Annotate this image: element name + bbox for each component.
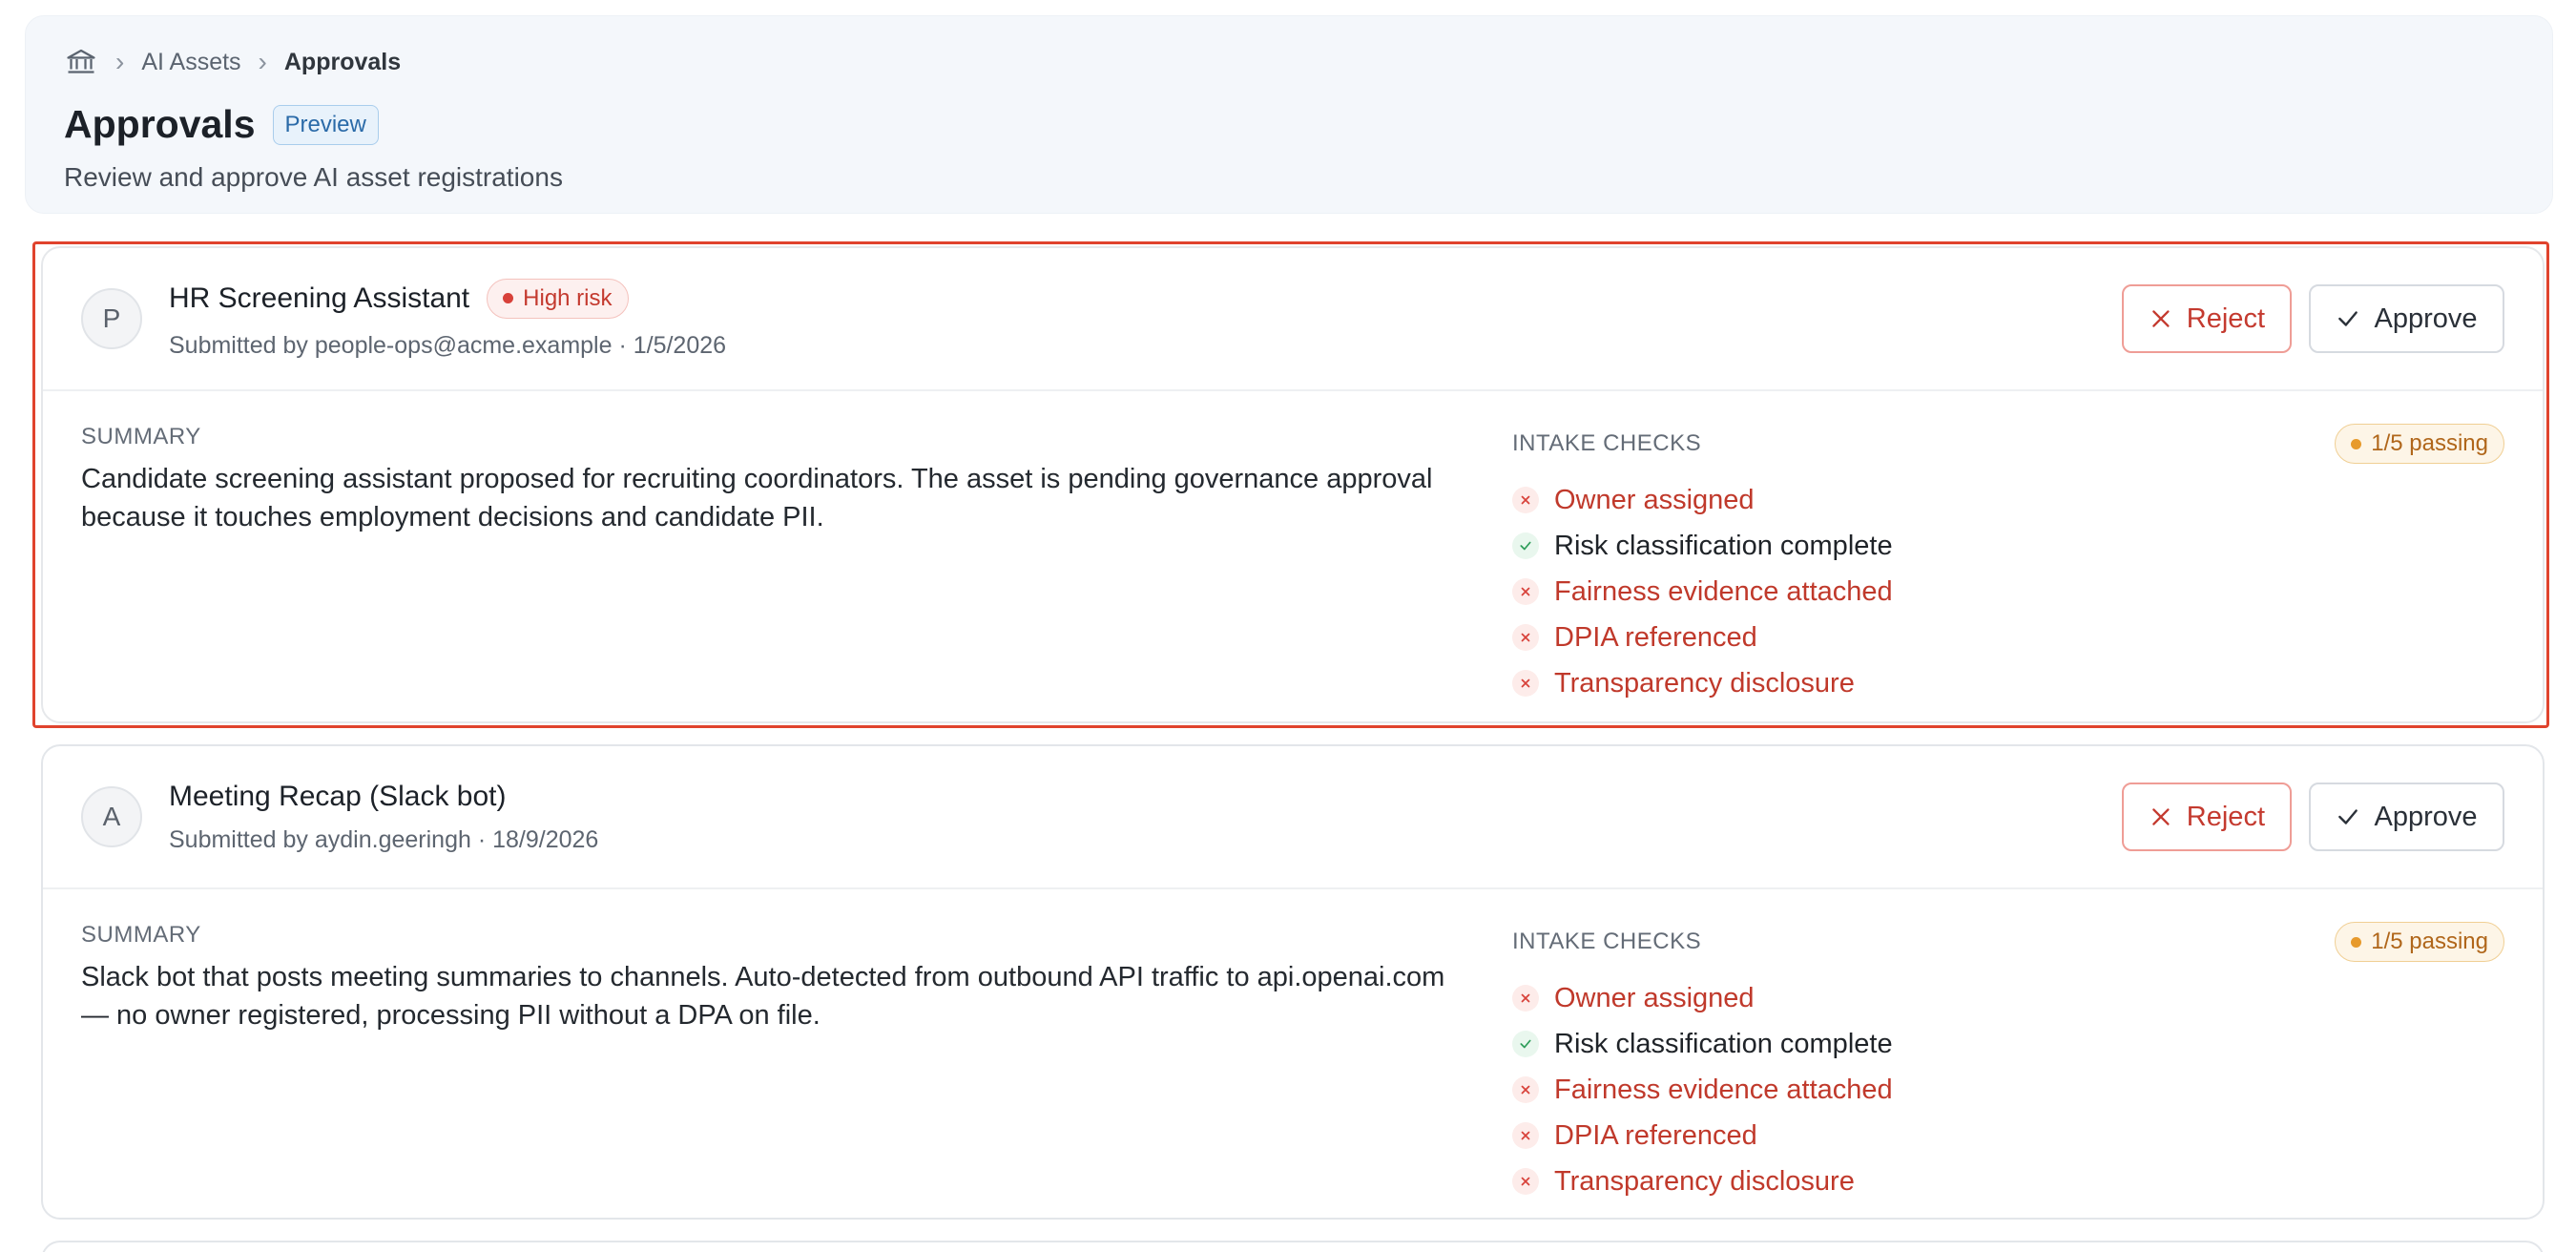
approval-card-meeting-recap: A Meeting Recap (Slack bot) Submitted by… [41, 744, 2545, 1220]
intake-checks-section: INTAKE CHECKS 1/5 passing Owner assigned… [1512, 424, 2504, 706]
summary-text: Candidate screening assistant proposed f… [81, 464, 1433, 532]
check-item: Risk classification complete [1512, 1021, 2504, 1067]
breadcrumb: › AI Assets › Approvals [64, 41, 2514, 83]
check-item: DPIA referenced [1512, 615, 2504, 660]
approvals-page: › AI Assets › Approvals Approvals Previe… [0, 0, 2576, 1252]
close-icon [2152, 808, 2170, 825]
risk-dot-icon [503, 293, 514, 303]
asset-name: Meeting Recap (Slack bot) [169, 780, 507, 812]
check-item: Owner assigned [1512, 477, 2504, 523]
check-label: Transparency disclosure [1554, 667, 1855, 699]
submitted-by: Submitted by people-ops@acme.example · 1… [169, 331, 727, 359]
passing-dot-icon [2351, 438, 2362, 449]
page-subtitle: Review and approve AI asset registration… [64, 162, 563, 192]
check-icon [2338, 311, 2358, 326]
check-label: Owner assigned [1554, 982, 1755, 1013]
check-item: Transparency disclosure [1512, 1158, 2504, 1204]
check-item: Transparency disclosure [1512, 660, 2504, 706]
risk-label: High risk [523, 284, 613, 311]
x-circle-icon [1512, 1168, 1539, 1195]
check-label: Fairness evidence attached [1554, 1074, 1893, 1105]
check-label: DPIA referenced [1554, 621, 1757, 653]
passing-count: 1/5 passing [2371, 430, 2488, 456]
approve-button[interactable]: Approve [2309, 782, 2504, 851]
intake-checks-label: INTAKE CHECKS [1512, 430, 1702, 456]
x-circle-icon [1512, 985, 1539, 1012]
check-list: Owner assigned Risk classification compl… [1512, 477, 2504, 706]
chevron-right-icon: › [115, 47, 125, 76]
x-circle-icon [1512, 670, 1539, 697]
reject-button[interactable]: Reject [2122, 782, 2292, 851]
check-label: Risk classification complete [1554, 530, 1893, 561]
approve-label: Approve [2374, 801, 2478, 832]
approve-label: Approve [2374, 303, 2478, 334]
check-label: Fairness evidence attached [1554, 575, 1893, 607]
x-circle-icon [1512, 1122, 1539, 1149]
avatar: P [81, 288, 142, 349]
x-circle-icon [1512, 1076, 1539, 1103]
intake-checks-label: INTAKE CHECKS [1512, 929, 1702, 954]
check-circle-icon [1512, 1031, 1539, 1057]
intake-checks-section: INTAKE CHECKS 1/5 passing Owner assigned… [1512, 922, 2504, 1204]
summary-section: SUMMARY Candidate screening assistant pr… [81, 424, 1512, 706]
reject-label: Reject [2186, 303, 2265, 334]
chevron-right-icon: › [258, 47, 267, 76]
check-item: DPIA referenced [1512, 1113, 2504, 1158]
breadcrumb-ai-assets[interactable]: AI Assets [141, 49, 240, 76]
x-circle-icon [1512, 487, 1539, 513]
avatar: A [81, 786, 142, 847]
reject-label: Reject [2186, 801, 2265, 832]
check-label: Transparency disclosure [1554, 1165, 1855, 1197]
check-circle-icon [1512, 532, 1539, 559]
check-label: DPIA referenced [1554, 1119, 1757, 1151]
submitted-by: Submitted by aydin.geeringh · 18/9/2026 [169, 825, 599, 853]
risk-badge: High risk [487, 278, 629, 319]
breadcrumb-approvals: Approvals [283, 48, 402, 75]
bank-icon[interactable] [64, 45, 98, 79]
passing-dot-icon [2351, 936, 2362, 948]
passing-badge: 1/5 passing [2335, 424, 2504, 464]
summary-label: SUMMARY [81, 922, 201, 948]
passing-badge: 1/5 passing [2335, 922, 2504, 962]
preview-badge: Preview [272, 104, 379, 145]
x-circle-icon [1512, 578, 1539, 605]
passing-count: 1/5 passing [2371, 929, 2488, 954]
reject-button[interactable]: Reject [2122, 284, 2292, 353]
check-label: Owner assigned [1554, 484, 1755, 515]
check-item: Fairness evidence attached [1512, 569, 2504, 615]
summary-section: SUMMARY Slack bot that posts meeting sum… [81, 922, 1512, 1204]
check-label: Risk classification complete [1554, 1028, 1893, 1059]
asset-name: HR Screening Assistant [169, 282, 470, 314]
page-header: › AI Assets › Approvals Approvals Previe… [25, 15, 2553, 214]
close-icon [2152, 310, 2170, 327]
approve-button[interactable]: Approve [2309, 284, 2504, 353]
check-item: Owner assigned [1512, 975, 2504, 1021]
summary-text: Slack bot that posts meeting summaries t… [81, 962, 1445, 1031]
approval-card-hr-screening: P HR Screening Assistant High risk Submi… [41, 246, 2545, 723]
check-item: Fairness evidence attached [1512, 1067, 2504, 1113]
summary-label: SUMMARY [81, 424, 201, 449]
check-icon [2338, 809, 2358, 824]
x-circle-icon [1512, 624, 1539, 651]
check-list: Owner assigned Risk classification compl… [1512, 975, 2504, 1204]
page-title: Approvals [64, 102, 256, 146]
check-item: Risk classification complete [1512, 523, 2504, 569]
approval-card-partial [41, 1241, 2545, 1252]
